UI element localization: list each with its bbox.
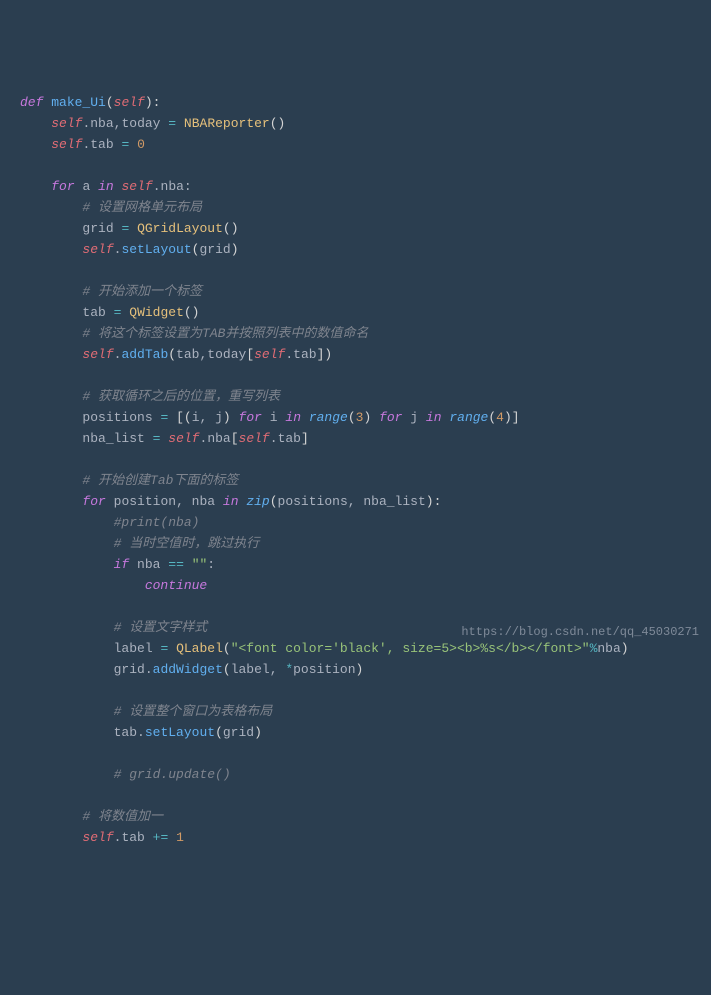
string: "" xyxy=(192,557,208,572)
comment: # 获取循环之后的位置，重写列表 xyxy=(82,389,280,404)
var: positions xyxy=(82,410,152,425)
attr: tab xyxy=(90,137,113,152)
var: nba_list xyxy=(82,431,144,446)
builtin-range: range xyxy=(449,410,488,425)
number: 0 xyxy=(137,137,145,152)
self: self xyxy=(254,347,285,362)
comment: # 设置文字样式 xyxy=(114,620,208,635)
string: "<font color='black', size=5><b>%s</b></… xyxy=(231,641,590,656)
keyword-for: for xyxy=(51,179,74,194)
class-name: QLabel xyxy=(176,641,223,656)
builtin-zip: zip xyxy=(246,494,269,509)
comment: # 将这个标签设置为TAB并按照列表中的数值命名 xyxy=(82,326,368,341)
attr: nba xyxy=(161,179,184,194)
arg: grid xyxy=(199,242,230,257)
comment: # 开始创建Tab下面的标签 xyxy=(82,473,238,488)
self: self xyxy=(51,137,82,152)
comment: # 设置网格单元布局 xyxy=(82,200,202,215)
comment: # 当时空值时，跳过执行 xyxy=(114,536,260,551)
method: setLayout xyxy=(145,725,215,740)
paren: ( xyxy=(106,95,114,110)
comment: # grid.update() xyxy=(114,767,231,782)
keyword-in: in xyxy=(98,179,114,194)
var: tab xyxy=(82,305,105,320)
var: a xyxy=(82,179,90,194)
arg: tab xyxy=(176,347,199,362)
self: self xyxy=(82,242,113,257)
builtin-range: range xyxy=(309,410,348,425)
var: grid xyxy=(82,221,113,236)
watermark: https://blog.csdn.net/qq_45030271 xyxy=(461,622,699,643)
class-name: QGridLayout xyxy=(137,221,223,236)
attr: nba xyxy=(90,116,113,131)
method: addWidget xyxy=(153,662,223,677)
comment: # 设置整个窗口为表格布局 xyxy=(114,704,273,719)
comment: # 开始添加一个标签 xyxy=(82,284,202,299)
var: today xyxy=(121,116,160,131)
method: setLayout xyxy=(121,242,191,257)
paren: ): xyxy=(145,95,161,110)
keyword-def: def xyxy=(20,95,43,110)
self: self xyxy=(121,179,152,194)
function-name: make_Ui xyxy=(51,95,106,110)
arg: today xyxy=(207,347,246,362)
self-param: self xyxy=(114,95,145,110)
self: self xyxy=(82,347,113,362)
method: addTab xyxy=(121,347,168,362)
code-editor[interactable]: def make_Ui(self): self.nba,today = NBAR… xyxy=(20,92,711,848)
attr: tab xyxy=(293,347,316,362)
keyword-continue: continue xyxy=(145,578,207,593)
self: self xyxy=(51,116,82,131)
class-name: NBAReporter xyxy=(184,116,270,131)
comment: # 将数值加一 xyxy=(82,809,163,824)
class-name: QWidget xyxy=(129,305,184,320)
comment: #print(nba) xyxy=(114,515,200,530)
